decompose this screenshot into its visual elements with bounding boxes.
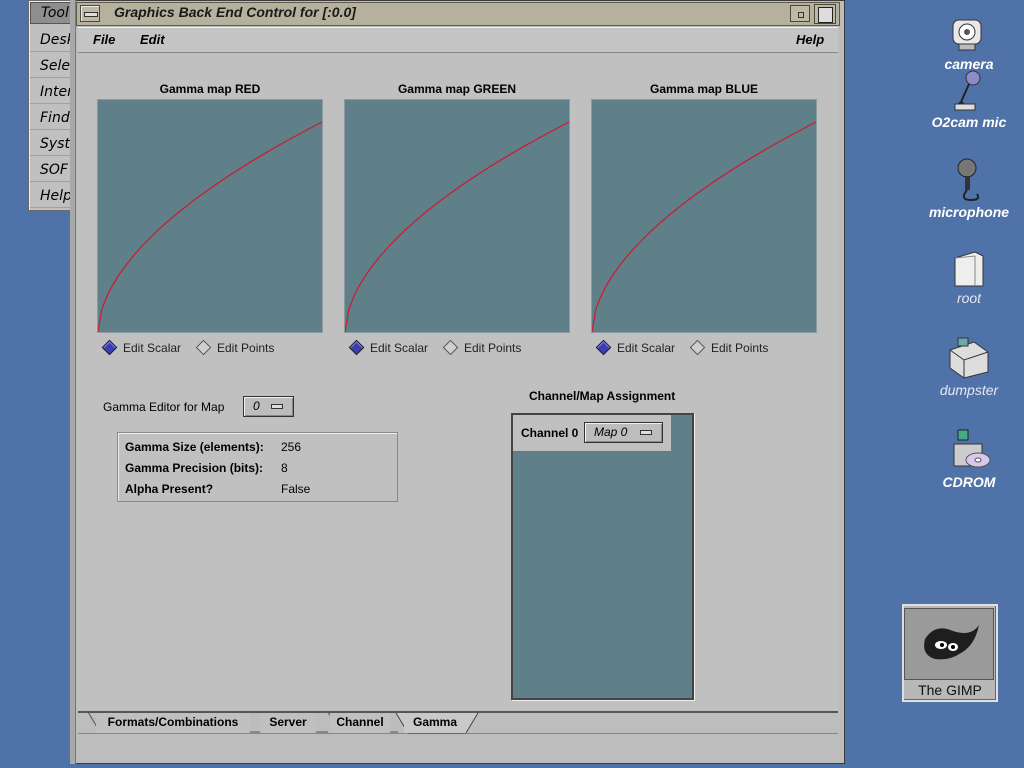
gamma-editor-map-value: 0 — [253, 399, 260, 413]
radio-label: Edit Points — [217, 341, 275, 355]
green-edit-points-radio[interactable]: Edit Points — [442, 339, 522, 356]
red-edit-scalar-radio[interactable]: Edit Scalar — [101, 339, 182, 356]
tab-channel[interactable]: Channel — [330, 713, 390, 733]
channel-0-label: Channel 0 — [521, 426, 579, 440]
toolchest-item-selected[interactable]: Sele — [30, 54, 74, 78]
window-title: Graphics Back End Control for [:0.0] — [114, 4, 356, 20]
toolchest-item-software[interactable]: SOF — [30, 158, 74, 182]
tab-gamma[interactable]: Gamma — [404, 713, 466, 733]
cdrom-label: CDROM — [942, 474, 996, 490]
channel-map-list[interactable] — [511, 413, 694, 700]
menu-file[interactable]: File — [93, 32, 115, 47]
channel-0-map-select[interactable]: Map 0 — [584, 422, 663, 443]
radio-label: Edit Scalar — [123, 341, 182, 355]
desktop-icon-dumpster[interactable]: dumpster — [924, 334, 1014, 398]
gamma-precision-value: 8 — [281, 461, 288, 475]
gamma-precision-label: Gamma Precision (bits): — [125, 461, 264, 475]
toolchest-item-find[interactable]: Find — [30, 106, 74, 130]
camera-icon — [952, 19, 982, 51]
red-edit-points-radio[interactable]: Edit Points — [195, 339, 275, 356]
gamma-size-value: 256 — [281, 440, 302, 454]
gamma-green-svg — [345, 121, 569, 332]
desktop-icon-camera[interactable]: camera — [924, 6, 1014, 72]
tab-server[interactable]: Server — [260, 713, 316, 733]
o2cam-mic-icon — [954, 70, 981, 111]
radio-label: Edit Scalar — [617, 341, 676, 355]
toolchest-title[interactable]: Tool — [30, 2, 74, 24]
radio-unselected-icon — [689, 339, 706, 356]
microphone-icon — [957, 158, 980, 202]
gamma-editor-map-select[interactable]: 0 — [243, 396, 294, 417]
channel-0-map-value: Map 0 — [594, 425, 628, 439]
toolchest-item-help[interactable]: Help — [30, 184, 74, 208]
gamma-map-green-plot[interactable] — [344, 99, 570, 333]
radio-selected-icon — [101, 339, 118, 356]
toolchest-item-desktop[interactable]: Desk — [30, 28, 74, 52]
channel-map-assignment-title: Channel/Map Assignment — [529, 389, 676, 403]
root-label: root — [956, 290, 982, 306]
menubar — [78, 27, 838, 53]
folder-icon — [954, 251, 984, 287]
gamma-size-label: Gamma Size (elements): — [125, 440, 264, 454]
microphone-label: microphone — [928, 204, 1010, 220]
gamma-red-svg — [98, 121, 322, 332]
gimp-icon-frame — [904, 608, 994, 680]
alpha-present-value: False — [281, 482, 311, 496]
desktop-icon-root[interactable]: root — [924, 248, 1014, 306]
gamma-map-red-plot[interactable] — [97, 99, 323, 333]
menu-help[interactable]: Help — [796, 32, 824, 47]
o2cam-mic-label: O2cam mic — [931, 114, 1007, 130]
radio-label: Edit Points — [464, 341, 522, 355]
cdrom-icon — [953, 429, 991, 468]
radio-label: Edit Points — [711, 341, 769, 355]
radio-selected-icon — [348, 339, 365, 356]
toolchest-item-internet[interactable]: Inter — [30, 80, 74, 104]
desktop-icon-cdrom[interactable]: CDROM — [924, 426, 1014, 490]
gamma-blue-svg — [592, 121, 816, 332]
radio-unselected-icon — [195, 339, 212, 356]
gimp-icon — [924, 625, 979, 660]
maximize-button[interactable] — [814, 4, 836, 24]
gamma-map-red-title: Gamma map RED — [159, 82, 261, 96]
gamma-blue-curve — [592, 121, 816, 332]
menu-edit[interactable]: Edit — [140, 32, 165, 47]
alpha-present-label: Alpha Present? — [125, 482, 214, 496]
desktop-icon-o2cam-mic[interactable]: O2cam mic — [924, 68, 1014, 130]
radio-selected-icon — [595, 339, 612, 356]
gamma-editor-label: Gamma Editor for Map — [103, 400, 225, 414]
option-indicator-icon — [271, 404, 283, 409]
gimp-label: The GIMP — [918, 682, 982, 698]
gamma-red-curve — [98, 121, 322, 332]
gamma-map-blue-plot[interactable] — [591, 99, 817, 333]
blue-edit-points-radio[interactable]: Edit Points — [689, 339, 769, 356]
radio-label: Edit Scalar — [370, 341, 429, 355]
blue-edit-scalar-radio[interactable]: Edit Scalar — [595, 339, 676, 356]
green-edit-scalar-radio[interactable]: Edit Scalar — [348, 339, 429, 356]
dumpster-icon — [949, 337, 989, 379]
minimize-button[interactable] — [790, 5, 810, 22]
window-frame[interactable] — [70, 0, 76, 764]
tab-formats-combinations[interactable]: Formats/Combinations — [96, 713, 250, 733]
desktop-icon-microphone[interactable]: microphone — [924, 156, 1014, 220]
window-menu-button[interactable] — [80, 5, 100, 22]
toolchest-item-system[interactable]: Syst — [30, 132, 74, 156]
dumpster-label: dumpster — [939, 382, 999, 398]
radio-unselected-icon — [442, 339, 459, 356]
gamma-map-green-title: Gamma map GREEN — [397, 82, 517, 96]
option-indicator-icon — [640, 430, 652, 435]
gamma-map-blue-title: Gamma map BLUE — [649, 82, 759, 96]
gamma-green-curve — [345, 121, 569, 332]
